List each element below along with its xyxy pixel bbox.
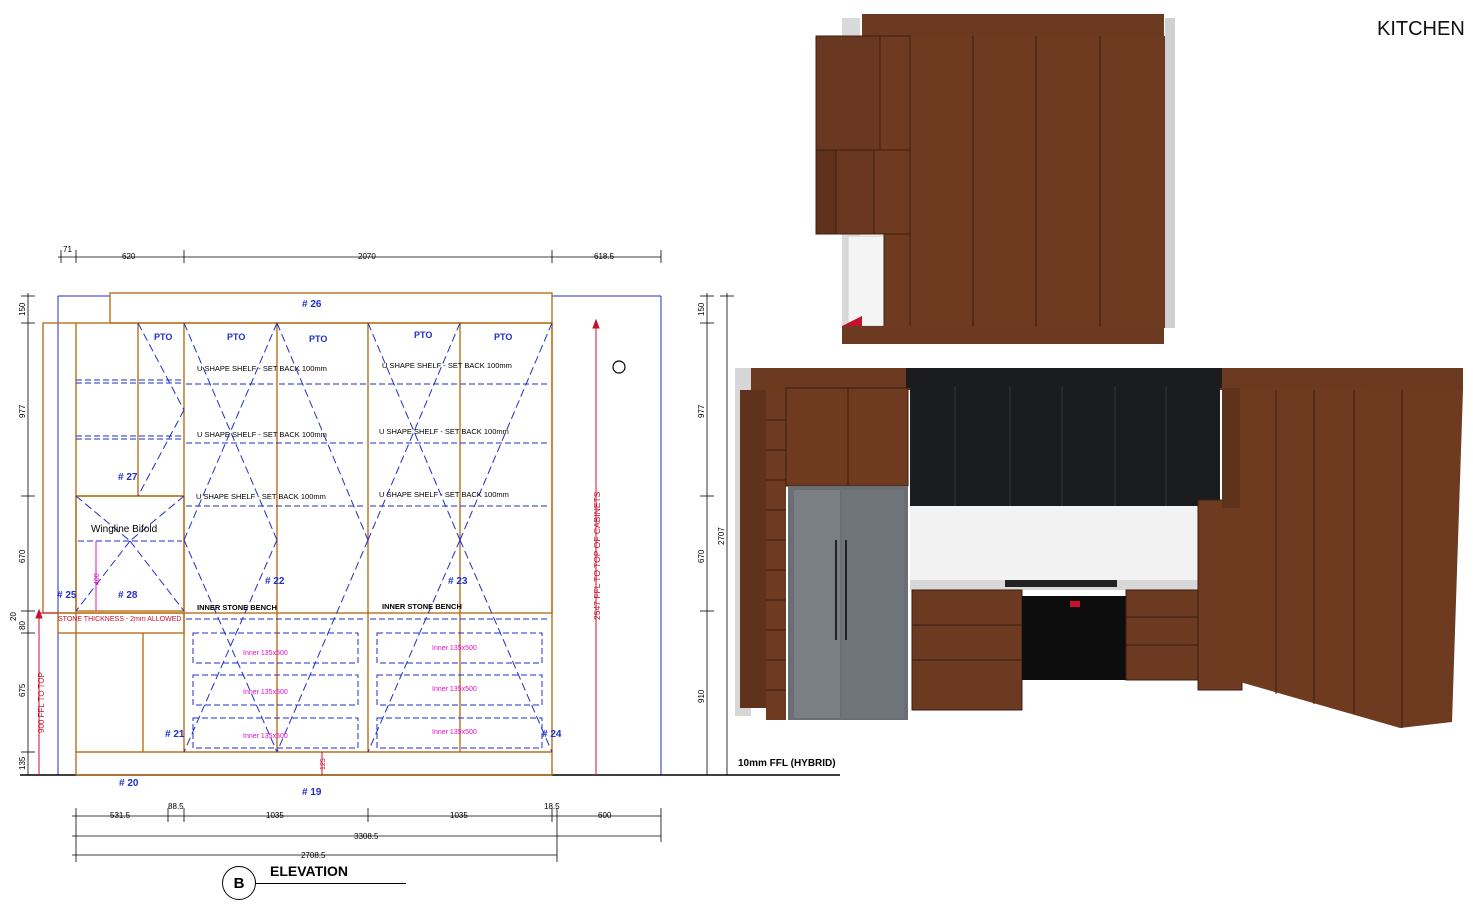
inner-drawer-2: Inner 135x500 [243, 689, 288, 696]
dim-plinth-125: 125 [320, 758, 327, 770]
dim-bottom-18-5: 18.5 [544, 802, 560, 811]
dim-bottom-600: 600 [598, 811, 612, 820]
tag-26: # 26 [302, 299, 322, 310]
dim-left-150: 150 [18, 302, 27, 316]
tag-23: # 23 [448, 576, 468, 587]
shelf-note-4: U SHAPE SHELF - SET BACK 100mm [379, 427, 509, 436]
dim-right-150: 150 [697, 302, 706, 316]
dim-900-ffl: 900 FFL TO TOP [37, 672, 46, 733]
dim-right-977: 977 [697, 404, 706, 418]
dim-top-2070: 2070 [358, 252, 376, 261]
dim-left-675: 675 [18, 683, 27, 697]
elevation-title: ELEVATION [270, 863, 349, 879]
dim-left-20: 20 [9, 612, 18, 621]
inner-drawer-3: Inner 135x500 [243, 733, 288, 740]
bench-note-2: INNER STONE BENCH [382, 602, 462, 611]
tag-20: # 20 [119, 778, 139, 789]
shelf-note-5: U SHAPE SHELF - SET BACK 100mm [196, 492, 326, 501]
dim-left-670: 670 [18, 549, 27, 563]
dim-right-670: 670 [697, 549, 706, 563]
dim-top-71: 71 [63, 245, 72, 254]
stone-note: STONE THICKNESS - 2mm ALLOWED [58, 616, 181, 623]
shelf-note-2: U SHAPE SHELF - SET BACK 100mm [382, 361, 512, 370]
elevation-drawing: 71 620 2070 618.5 531.5 88.5 1035 1035 1… [9, 245, 840, 862]
tag-25: # 25 [57, 590, 77, 601]
render-kitchen [735, 368, 1463, 728]
dim-top-620: 620 [122, 252, 136, 261]
dim-top-618-5: 618.5 [594, 252, 615, 261]
elevation-title-underline [256, 883, 406, 884]
pto-label-5: PTO [494, 332, 512, 342]
dim-right-910: 910 [697, 689, 706, 703]
tag-19: # 19 [302, 787, 322, 798]
inner-drawer-6: Inner 135x500 [432, 729, 477, 736]
dim-total-3308-5: 3308.5 [354, 832, 379, 841]
bench-note-1: INNER STONE BENCH [197, 603, 277, 612]
shelf-note-3: U SHAPE SHELF - SET BACK 100mm [197, 430, 327, 439]
dim-bifold-400: 400 [94, 573, 101, 585]
tag-27: # 27 [118, 472, 138, 483]
shelf-note-6: U SHAPE SHELF - SET BACK 100mm [379, 490, 509, 499]
pto-label-4: PTO [414, 330, 432, 340]
dim-left-135: 135 [18, 756, 27, 770]
elevation-badge: B [222, 866, 256, 900]
bifold-note: Wingline Bifold [91, 524, 157, 535]
pto-label-3: PTO [309, 334, 327, 344]
dim-left-977: 977 [18, 404, 27, 418]
tag-22: # 22 [265, 576, 285, 587]
tag-24: # 24 [542, 729, 562, 740]
dim-bottom-531-5: 531.5 [110, 811, 131, 820]
dim-left-80: 80 [18, 621, 27, 630]
inner-drawer-5: Inner 135x500 [432, 686, 477, 693]
shelf-note-1: U SHAPE SHELF - SET BACK 100mm [197, 364, 327, 373]
dim-bottom-88-5: 88.5 [168, 802, 184, 811]
page-title: KITCHEN [1377, 18, 1465, 40]
pto-label-1: PTO [154, 332, 172, 342]
tag-21: # 21 [165, 729, 185, 740]
dim-bottom-1035-a: 1035 [266, 811, 284, 820]
pto-label-2: PTO [227, 332, 245, 342]
render-upper-cabinet [815, 14, 1175, 344]
dim-right-2707: 2707 [717, 527, 726, 545]
tag-28: # 28 [118, 590, 138, 601]
inner-drawer-1: Inner 135x500 [243, 650, 288, 657]
ffl-label: 10mm FFL (HYBRID) [738, 758, 836, 769]
inner-drawer-4: Inner 135x500 [432, 645, 477, 652]
dim-bottom-1035-b: 1035 [450, 811, 468, 820]
dim-2547-ffl: 2547 FFL TO TOP OF CABINETS [592, 491, 602, 620]
drawing-canvas: 71 620 2070 618.5 531.5 88.5 1035 1035 1… [9, 14, 1463, 862]
dim-total-2708-5: 2708.5 [301, 851, 326, 860]
